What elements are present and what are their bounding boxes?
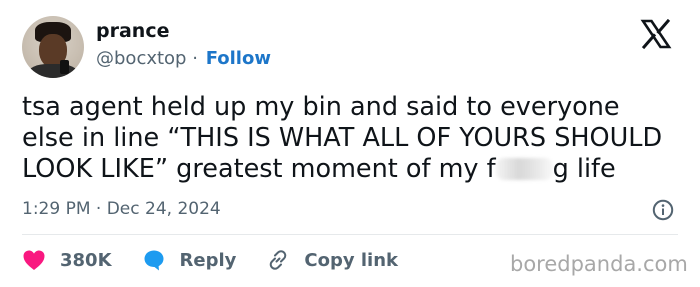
censor-blur — [495, 158, 553, 180]
timestamp[interactable]: 1:29 PM · Dec 24, 2024 — [22, 199, 221, 219]
reply-label: Reply — [179, 249, 237, 271]
speech-bubble-icon — [144, 250, 164, 271]
copy-link-button[interactable]: Copy link — [266, 248, 398, 272]
tweet-line-3: LOOK LIKE” greatest moment of my f g life — [22, 154, 682, 185]
x-logo-icon[interactable] — [640, 19, 672, 49]
tweet-date: Dec 24, 2024 — [106, 199, 221, 219]
heart-icon — [23, 250, 45, 270]
author-handle[interactable]: @bocxtop — [96, 48, 186, 69]
like-button[interactable]: 380K — [22, 249, 112, 271]
author-name[interactable]: prance — [96, 20, 169, 42]
tweet-text: tsa agent held up my bin and said to eve… — [22, 92, 682, 185]
reply-button[interactable]: Reply — [142, 248, 237, 272]
handle-row: @bocxtop · Follow — [96, 48, 271, 69]
tweet-line-3-end: g life — [552, 154, 616, 184]
watermark: boredpanda.com — [510, 252, 688, 276]
tweet-line-1: tsa agent held up my bin and said to eve… — [22, 92, 620, 122]
info-icon[interactable] — [652, 199, 674, 221]
follow-button[interactable]: Follow — [206, 48, 271, 69]
like-count: 380K — [60, 249, 112, 271]
tweet-line-2: else in line “THIS IS WHAT ALL OF YOURS … — [22, 123, 663, 153]
action-bar: 380K Reply Copy link — [22, 247, 428, 273]
avatar[interactable] — [22, 16, 84, 78]
tweet-time: 1:29 PM — [22, 199, 91, 219]
divider — [22, 234, 678, 235]
handle-separator: · — [192, 48, 198, 69]
link-icon — [270, 250, 287, 270]
tweet-line-3-start: LOOK LIKE” greatest moment of my f — [22, 154, 496, 184]
copy-link-label: Copy link — [304, 249, 398, 271]
meta-separator: · — [95, 199, 102, 219]
